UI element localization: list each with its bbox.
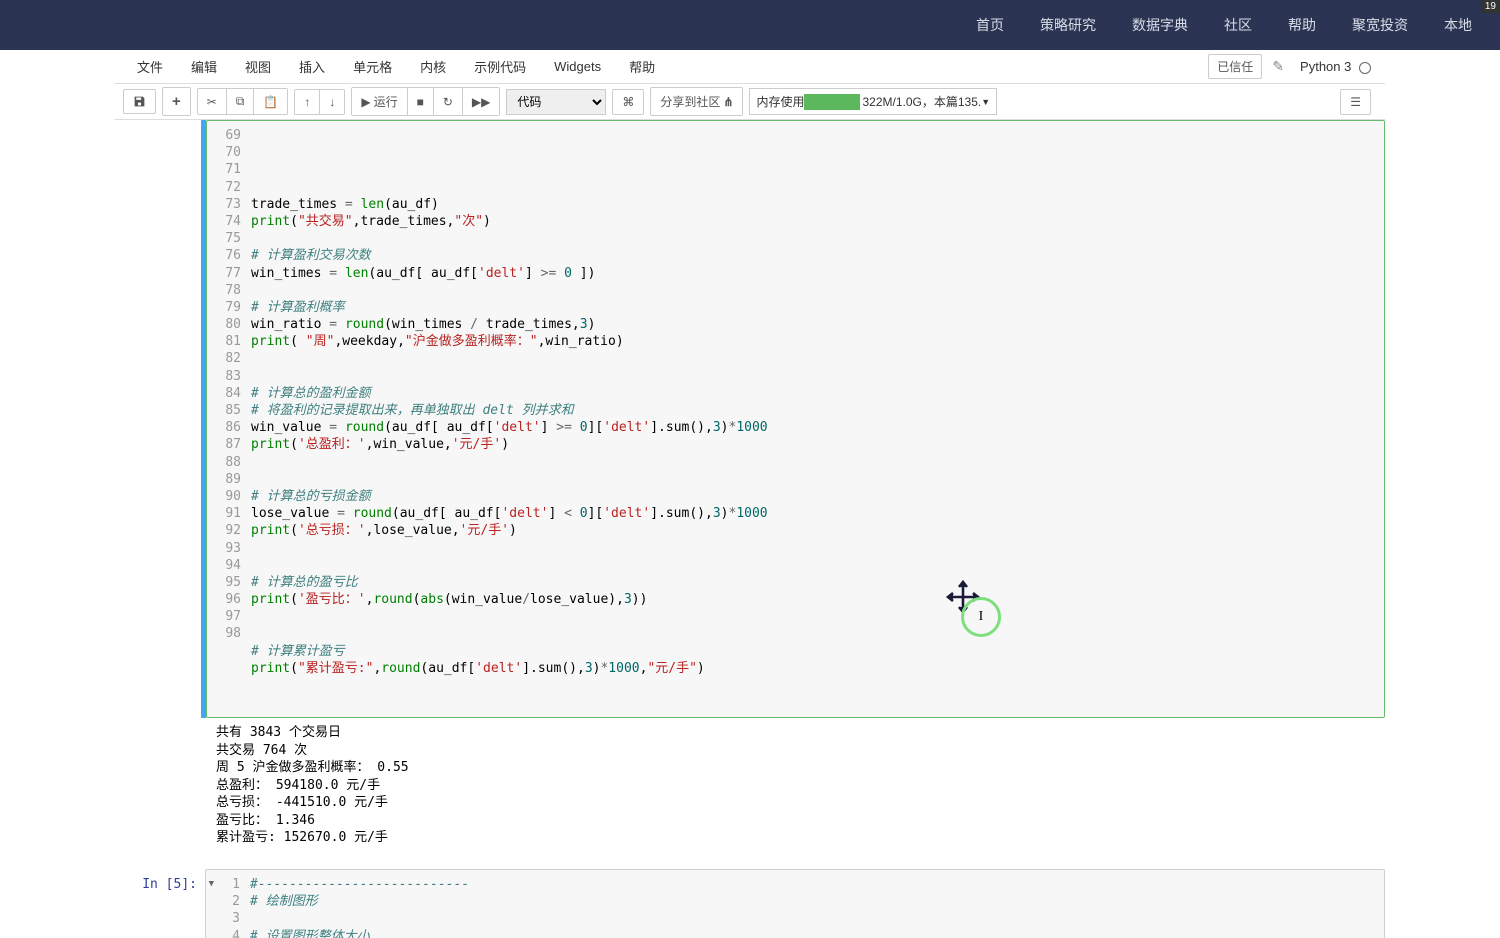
line-gutter: 1▼234 (206, 876, 250, 938)
save-button[interactable] (123, 89, 156, 114)
fastforward-button[interactable]: ▶▶ (463, 88, 499, 115)
stop-button[interactable]: ■ (408, 88, 434, 115)
menu-help[interactable]: 帮助 (615, 51, 669, 82)
code-cell[interactable]: 6970717273747576777879808182838485868788… (115, 120, 1385, 861)
nav-invest[interactable]: 聚宽投资 (1334, 15, 1426, 35)
menu-view[interactable]: 视图 (231, 51, 285, 82)
toolbar: + ✂ ⧉ 📋 ↑ ↓ ▶运行 ■ ↻ ▶▶ 代码 ⌘ 分享到社区 ⋔ 内存使用… (115, 84, 1385, 120)
trusted-indicator[interactable]: 已信任 (1208, 54, 1262, 79)
code-text[interactable]: #---------------------------# 绘制图形# 设置图形… (250, 876, 1384, 938)
menu-edit[interactable]: 编辑 (177, 51, 231, 82)
nav-local[interactable]: 本地 (1426, 15, 1490, 35)
share-button[interactable]: 分享到社区 ⋔ (650, 87, 743, 116)
menu-bar: 文件 编辑 视图 插入 单元格 内核 示例代码 Widgets 帮助 已信任 ✎… (115, 50, 1385, 84)
cell-output: 共有 3843 个交易日 共交易 764 次 周 5 沪金做多盈利概率： 0.5… (206, 718, 1385, 861)
menu-cell[interactable]: 单元格 (339, 51, 406, 82)
nav-community[interactable]: 社区 (1206, 15, 1270, 35)
menu-file[interactable]: 文件 (123, 51, 177, 82)
restart-button[interactable]: ↻ (434, 88, 463, 115)
menu-example[interactable]: 示例代码 (460, 51, 540, 82)
nav-home[interactable]: 首页 (958, 15, 1022, 35)
toc-button[interactable]: ☰ (1340, 89, 1371, 115)
menu-insert[interactable]: 插入 (285, 51, 339, 82)
cell-type-select[interactable]: 代码 (506, 89, 606, 115)
command-palette-button[interactable]: ⌘ (612, 89, 644, 115)
run-button[interactable]: ▶运行 (352, 88, 407, 115)
code-cell[interactable]: In [5]: 1▼234 #-------------------------… (115, 869, 1385, 938)
nav-strategy[interactable]: 策略研究 (1022, 15, 1114, 35)
input-prompt: In [5]: (115, 869, 205, 938)
paste-button[interactable]: 📋 (254, 89, 287, 114)
add-cell-button[interactable]: + (162, 87, 191, 116)
nav-help[interactable]: 帮助 (1270, 15, 1334, 35)
nav-datadict[interactable]: 数据字典 (1114, 15, 1206, 35)
kernel-name[interactable]: Python 3 (1294, 59, 1377, 74)
input-prompt (115, 120, 205, 861)
code-text[interactable]: I trade_times = len(au_df)print("共交易",tr… (251, 127, 1384, 711)
code-input-area[interactable]: 1▼234 #---------------------------# 绘制图形… (205, 869, 1385, 938)
menu-kernel[interactable]: 内核 (406, 51, 460, 82)
copy-button[interactable]: ⧉ (227, 89, 255, 114)
move-down-button[interactable]: ↓ (320, 90, 344, 114)
memory-usage[interactable]: 内存使用 322M/1.0G，本篇135.▼ (749, 88, 997, 115)
top-nav: 首页 策略研究 数据字典 社区 帮助 聚宽投资 本地 19 (0, 0, 1500, 50)
notification-badge[interactable]: 19 (1481, 0, 1500, 13)
line-gutter: 6970717273747576777879808182838485868788… (207, 127, 251, 711)
notebook-area[interactable]: 6970717273747576777879808182838485868788… (115, 120, 1385, 938)
code-input-area[interactable]: 6970717273747576777879808182838485868788… (206, 120, 1385, 718)
menu-widgets[interactable]: Widgets (540, 53, 615, 80)
edit-icon[interactable]: ✎ (1262, 58, 1294, 75)
memory-bar (804, 94, 860, 110)
memory-label: 内存使用 (756, 93, 804, 110)
move-up-button[interactable]: ↑ (295, 90, 320, 114)
kernel-status-icon (1359, 62, 1371, 74)
cut-button[interactable]: ✂ (198, 89, 227, 114)
memory-text: 322M/1.0G，本篇135. (862, 93, 981, 110)
